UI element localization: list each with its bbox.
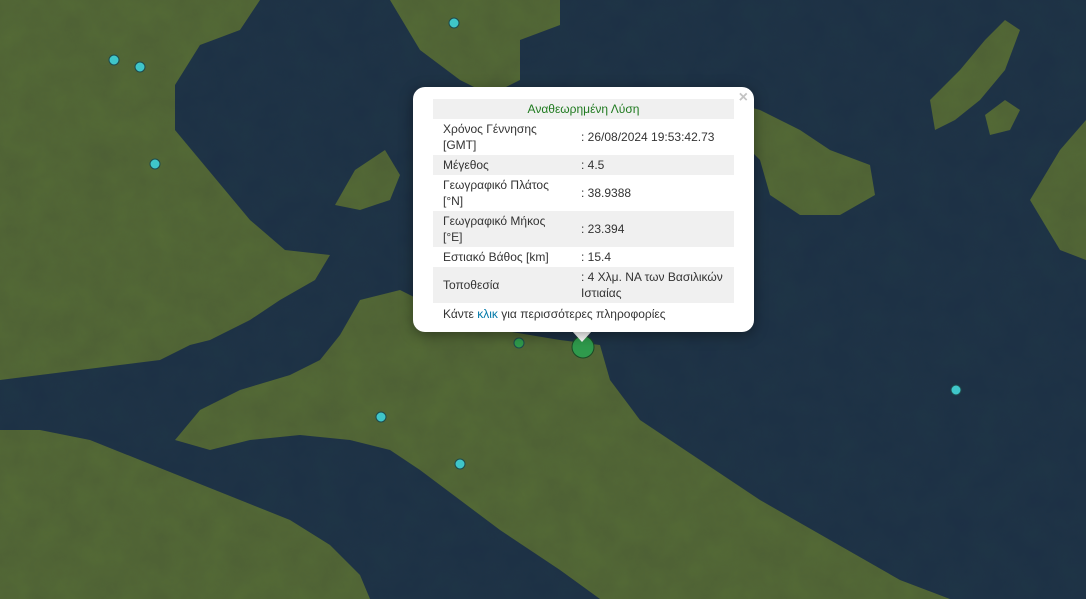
info-label: Γεωγραφικό Μήκος [°E] (443, 214, 546, 244)
earthquake-marker[interactable] (513, 337, 525, 349)
info-row: Γεωγραφικό Πλάτος [°N] : 38.9388 (433, 175, 734, 211)
info-row: Τοποθεσία : 4 Χλμ. ΝΑ των Βασιλικών Ιστι… (433, 267, 734, 303)
more-info-suffix: για περισσότερες πληροφορίες (501, 307, 666, 321)
info-label: Γεωγραφικό Πλάτος [°N] (443, 178, 549, 208)
info-value: : 26/08/2024 19:53:42.73 (581, 130, 715, 144)
close-icon[interactable]: × (739, 90, 748, 106)
more-info-link[interactable]: κλικ (477, 307, 498, 321)
info-row: Γεωγραφικό Μήκος [°E] : 23.394 (433, 211, 734, 247)
info-row: Εστιακό Βάθος [km] : 15.4 (433, 247, 734, 267)
earthquake-marker[interactable] (950, 384, 962, 396)
earthquake-marker[interactable] (448, 17, 460, 29)
earthquake-marker[interactable] (375, 411, 387, 423)
earthquake-marker[interactable] (149, 158, 161, 170)
popup-tip (572, 331, 592, 342)
info-row: Χρόνος Γέννησης [GMT] : 26/08/2024 19:53… (433, 119, 734, 155)
more-info-line: Κάντε κλικ για περισσότερες πληροφορίες (433, 303, 734, 325)
info-label: Τοποθεσία (443, 278, 500, 292)
info-value: : 15.4 (581, 250, 612, 264)
earthquake-popup: × Αναθεωρημένη Λύση Χρόνος Γέννησης [GMT… (413, 87, 754, 332)
info-value: : 38.9388 (581, 186, 632, 200)
info-value: : 23.394 (581, 222, 625, 236)
earthquake-info-table: Χρόνος Γέννησης [GMT] : 26/08/2024 19:53… (433, 119, 734, 303)
popup-title: Αναθεωρημένη Λύση (433, 99, 734, 119)
more-info-prefix: Κάντε (443, 307, 474, 321)
info-label: Εστιακό Βάθος [km] (443, 250, 549, 264)
info-row: Μέγεθος : 4.5 (433, 155, 734, 175)
earthquake-marker[interactable] (134, 61, 146, 73)
earthquake-marker[interactable] (108, 54, 120, 66)
info-value: : 4 Χλμ. ΝΑ των Βασιλικών Ιστιαίας (581, 270, 723, 300)
info-label: Μέγεθος (443, 158, 489, 172)
earthquake-marker[interactable] (454, 458, 466, 470)
info-label: Χρόνος Γέννησης [GMT] (443, 122, 537, 152)
info-value: : 4.5 (581, 158, 605, 172)
